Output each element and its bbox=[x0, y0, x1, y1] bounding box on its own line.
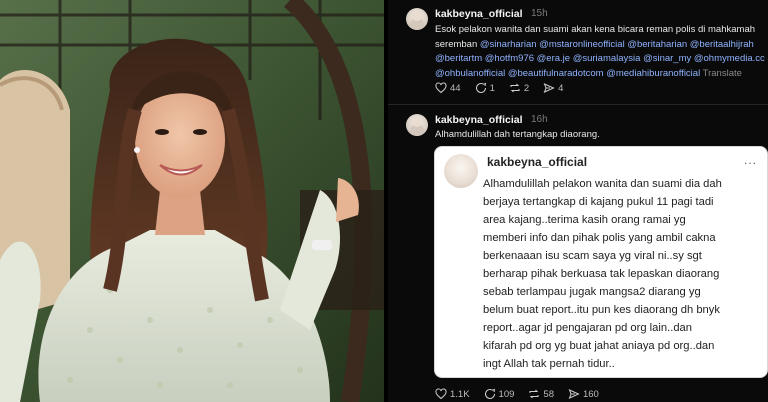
photo-panel bbox=[0, 0, 384, 402]
post-text: Alhamdulillah dah tertangkap diaorang. bbox=[435, 129, 600, 140]
mentions[interactable]: @ohbulanofficial @beautifulnaradotcom @m… bbox=[435, 68, 700, 79]
share-count: 4 bbox=[558, 82, 564, 94]
repost-icon bbox=[510, 83, 520, 93]
like-button[interactable]: 1.1K bbox=[435, 388, 470, 400]
post-1: kakbeyna_official 15h Esok pelakon wanit… bbox=[388, 0, 768, 102]
comment-button[interactable]: 109 bbox=[484, 388, 515, 400]
repost-count: 2 bbox=[523, 82, 530, 94]
post-time: 15h bbox=[531, 8, 548, 19]
share-button[interactable]: 160 bbox=[568, 388, 599, 400]
heart-icon bbox=[435, 82, 447, 94]
like-button[interactable]: 44 bbox=[435, 82, 461, 94]
quoted-text: Alhamdulillah pelakon wanita dan suami d… bbox=[483, 178, 722, 370]
share-count: 160 bbox=[582, 388, 599, 400]
avatar[interactable] bbox=[406, 114, 428, 136]
repost-button[interactable]: 58 bbox=[528, 388, 554, 400]
divider bbox=[388, 104, 768, 105]
avatar bbox=[444, 154, 478, 188]
comment-count: 1 bbox=[489, 82, 495, 94]
post-actions: 44 1 2 4 bbox=[435, 82, 563, 94]
comment-button[interactable]: 1 bbox=[475, 82, 495, 94]
send-icon bbox=[568, 389, 580, 399]
comment-icon bbox=[475, 82, 486, 93]
woman-photo bbox=[0, 0, 384, 402]
send-icon bbox=[543, 83, 555, 93]
post-actions: 1.1K 109 58 160 bbox=[435, 388, 599, 400]
repost-button[interactable]: 2 bbox=[509, 82, 529, 94]
repost-icon bbox=[529, 389, 539, 399]
post-time: 16h bbox=[531, 114, 548, 125]
avatar[interactable] bbox=[406, 8, 428, 30]
mentions[interactable]: @sinarharian @mstaronlineofficial @berit… bbox=[480, 39, 754, 50]
quoted-username: kakbeyna_official bbox=[487, 155, 588, 169]
more-options-icon: ... bbox=[743, 153, 757, 167]
post-username[interactable]: kakbeyna_official bbox=[435, 8, 523, 20]
heart-icon bbox=[435, 388, 447, 400]
comment-count: 109 bbox=[498, 388, 515, 400]
share-button[interactable]: 4 bbox=[543, 82, 563, 94]
like-count: 44 bbox=[450, 82, 461, 94]
post-text: Esok pelakon wanita dan suami akan kena … bbox=[435, 24, 765, 79]
post-username[interactable]: kakbeyna_official bbox=[435, 114, 523, 126]
threads-feed: kakbeyna_official 15h Esok pelakon wanit… bbox=[388, 0, 768, 402]
quoted-post-card[interactable]: kakbeyna_official ... Alhamdulillah pela… bbox=[434, 146, 768, 378]
comment-icon bbox=[484, 388, 495, 399]
mentions[interactable]: @beritartm @hotfm976 @era.je @suriamalay… bbox=[435, 53, 765, 64]
translate-link[interactable]: Translate bbox=[703, 68, 742, 79]
repost-count: 58 bbox=[543, 388, 554, 400]
like-count: 1.1K bbox=[450, 388, 470, 400]
